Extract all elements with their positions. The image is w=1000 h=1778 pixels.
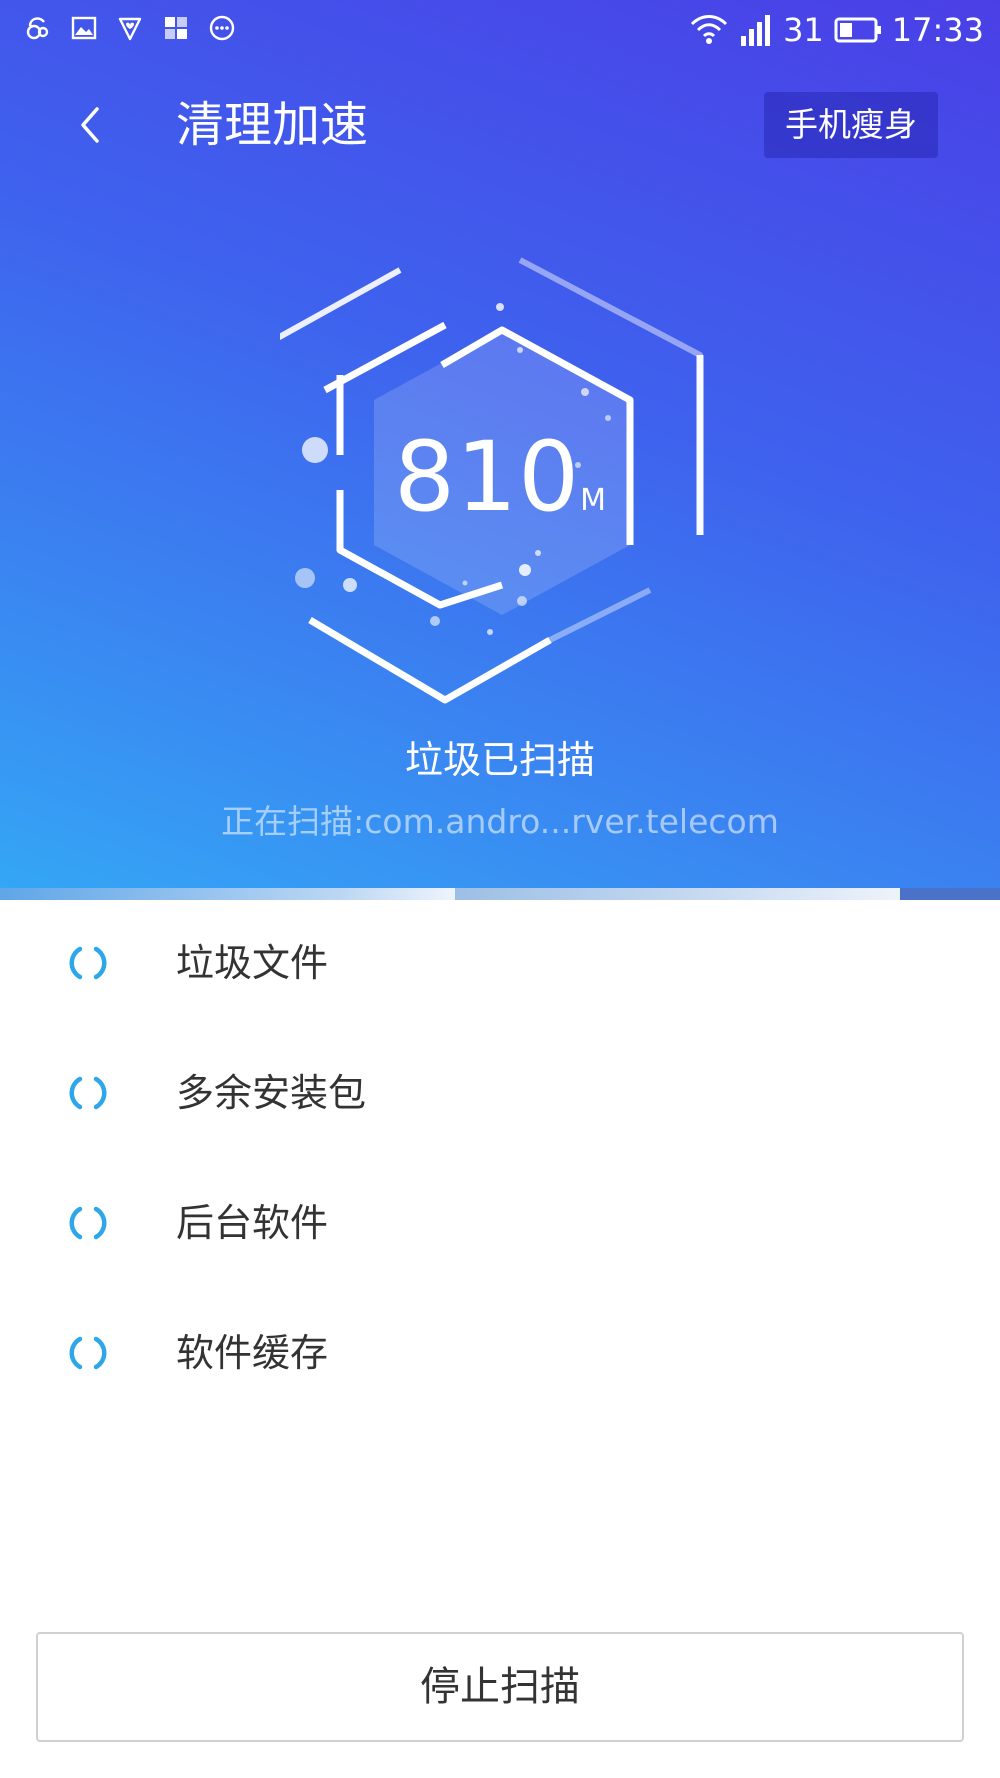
page-title: 清理加速	[176, 97, 369, 153]
back-button[interactable]	[60, 95, 120, 155]
wifi-icon	[691, 15, 728, 44]
list-item-label: 软件缓存	[176, 1331, 329, 1375]
list-item-background-apps: 后台软件	[0, 1160, 1000, 1290]
progress-segment	[455, 888, 900, 900]
list-item-label: 垃圾文件	[176, 941, 329, 985]
progress-segment	[0, 888, 455, 900]
battery-percentage: 31	[783, 11, 824, 49]
progress-segment	[900, 888, 1000, 900]
shield-heart-icon	[118, 17, 142, 41]
apps-grid-icon	[165, 17, 187, 39]
scanned-size-unit: M	[580, 483, 607, 518]
status-bar-notifications	[24, 14, 236, 42]
title-bar: 清理加速 手机瘦身	[0, 80, 1000, 170]
clock: 17:33	[891, 11, 984, 49]
loading-spinner-icon	[69, 1206, 107, 1240]
scan-category-list: 垃圾文件 多余安装包 后台软件 软件缓存	[0, 900, 1000, 1420]
uc-browser-icon	[26, 17, 49, 40]
list-item-app-cache: 软件缓存	[0, 1290, 1000, 1420]
scan-current-target: 正在扫描:com.andro...rver.telecom	[221, 802, 779, 841]
status-bar-system: 31 17:33	[689, 10, 984, 50]
battery-icon	[834, 17, 881, 43]
back-chevron-icon	[81, 107, 99, 143]
scan-hero-panel: 31 17:33 清理加速 手机瘦身 810M 垃圾已扫描 正在扫描:com.a…	[0, 0, 1000, 888]
loading-spinner-icon	[69, 1076, 107, 1110]
list-item-label: 后台软件	[176, 1201, 329, 1245]
gallery-icon	[71, 16, 97, 40]
scan-status-label: 垃圾已扫描	[404, 738, 595, 782]
scanned-size-readout: 810M	[280, 425, 720, 529]
status-bar: 31 17:33	[0, 0, 1000, 60]
signal-icon	[741, 15, 771, 46]
loading-spinner-icon	[69, 946, 107, 980]
app-screen: 31 17:33 清理加速 手机瘦身 810M 垃圾已扫描 正在扫描:com.a…	[0, 0, 1000, 1778]
list-item-redundant-packages: 多余安装包	[0, 1030, 1000, 1160]
stop-scan-button[interactable]: 停止扫描	[36, 1632, 964, 1742]
more-dots-icon	[209, 15, 235, 41]
list-item-label: 多余安装包	[176, 1071, 367, 1115]
scanned-size-value: 810	[393, 421, 581, 533]
loading-spinner-icon	[69, 1336, 107, 1370]
phone-slim-button[interactable]: 手机瘦身	[764, 92, 938, 158]
scan-progress-bar	[0, 888, 1000, 900]
list-item-junk-files: 垃圾文件	[0, 900, 1000, 1030]
